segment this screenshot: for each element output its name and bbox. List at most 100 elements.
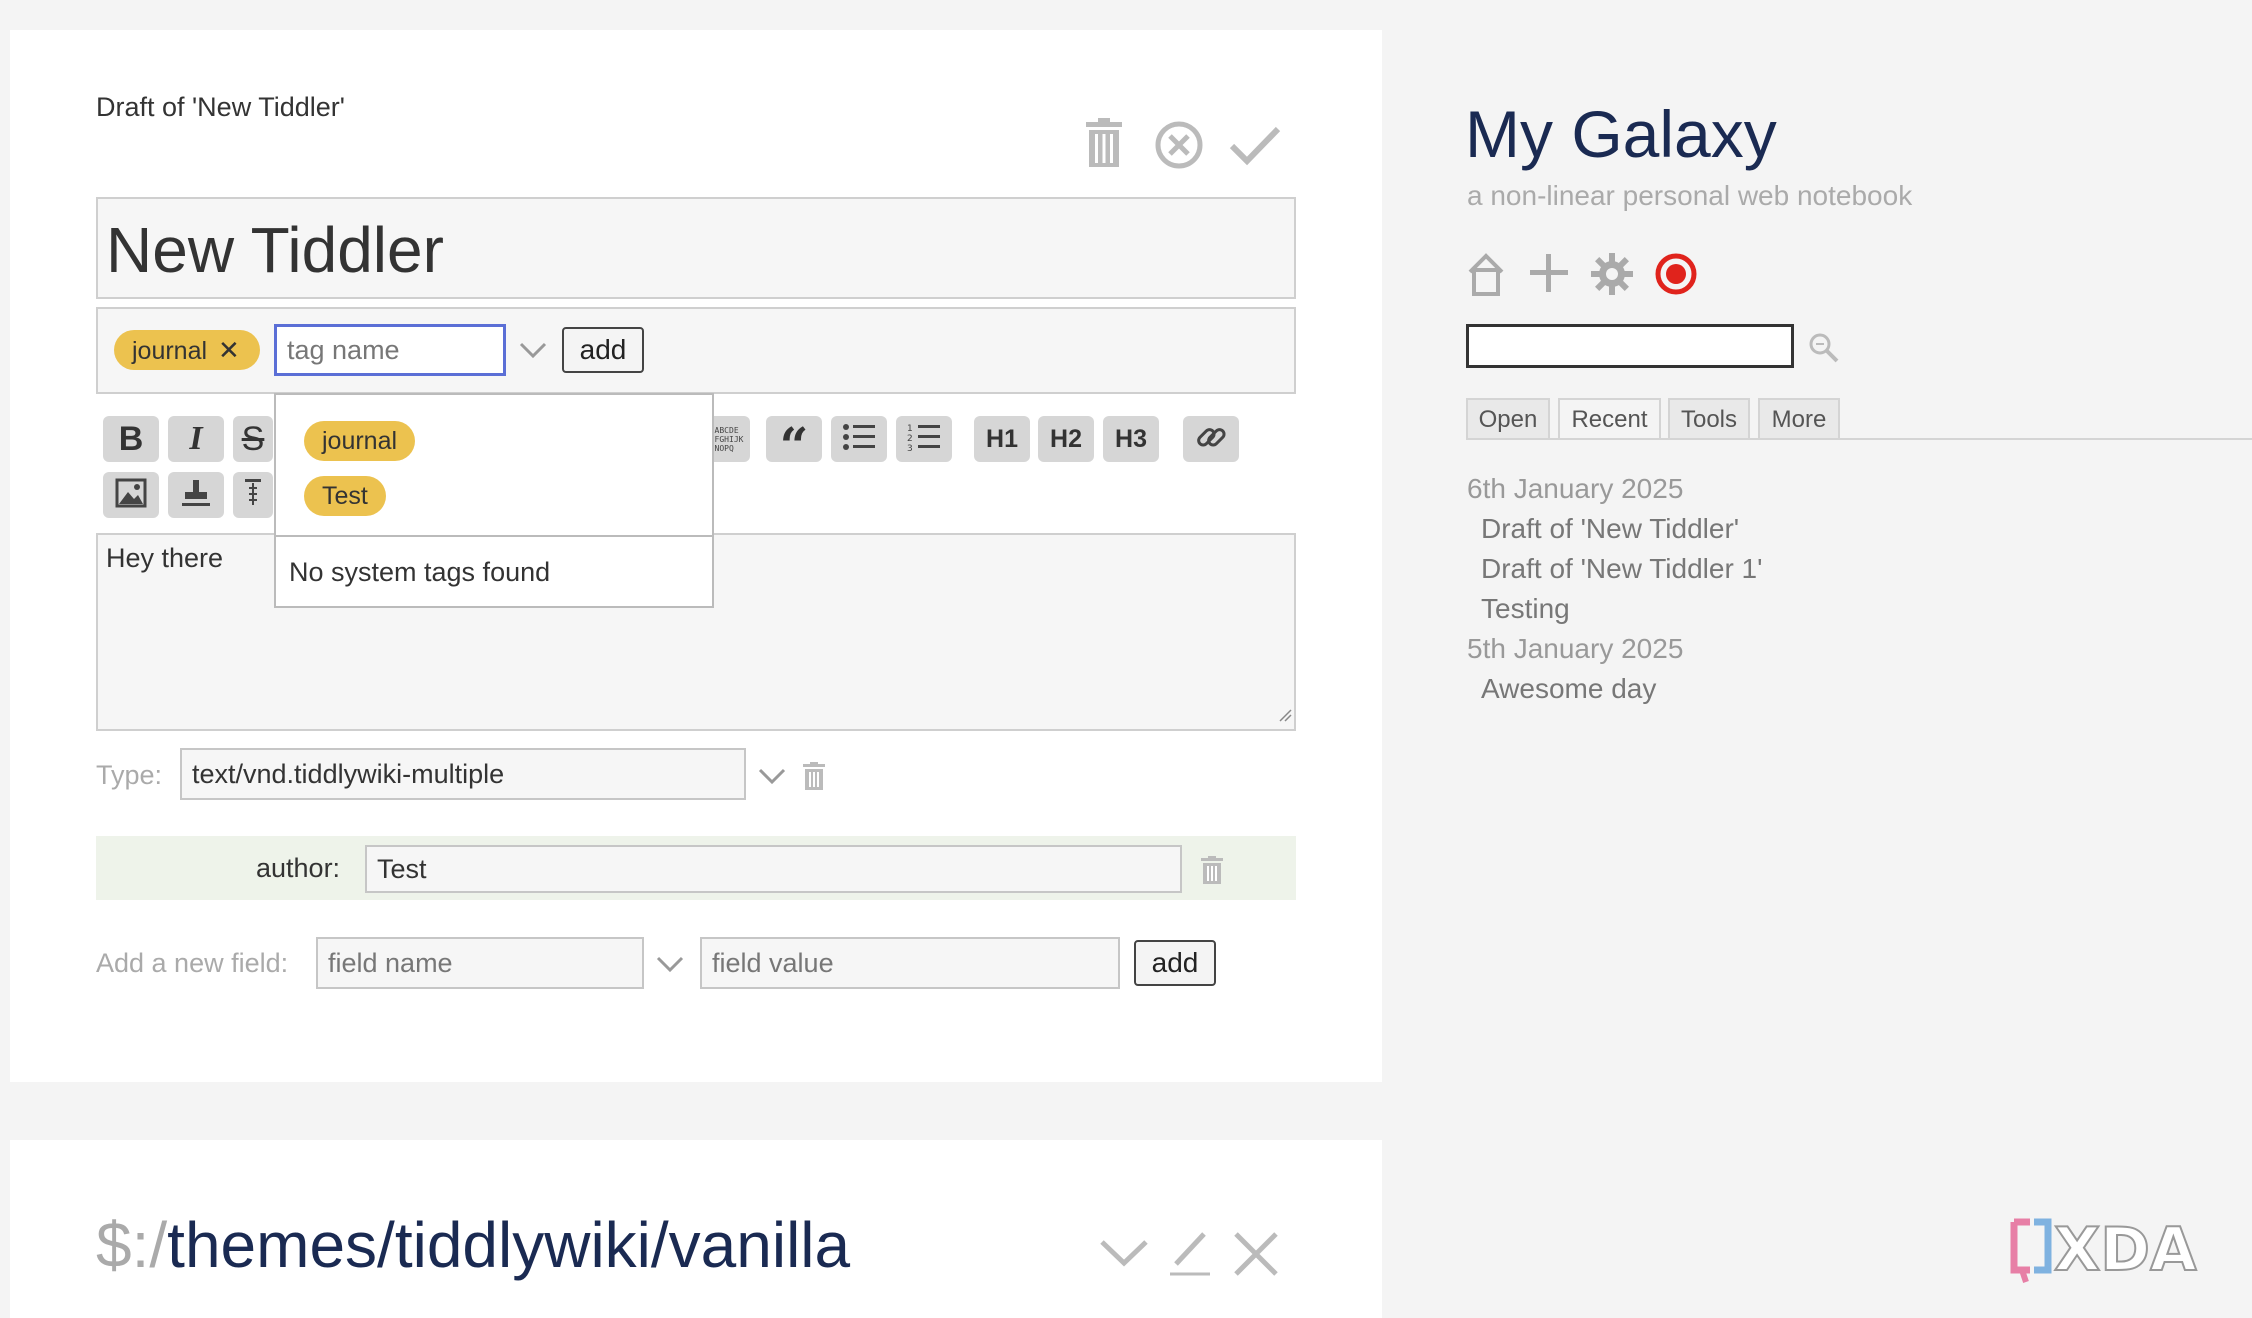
close-icon[interactable] (1232, 1230, 1280, 1278)
new-field-name-placeholder: field name (328, 947, 453, 978)
recent-tiddler-link[interactable]: Draft of 'New Tiddler 1' (1481, 553, 1762, 585)
new-field-value-input[interactable]: field value (700, 937, 1120, 989)
quote-button[interactable]: “ (766, 416, 822, 471)
remove-tag-icon[interactable]: ✕ (218, 335, 240, 365)
new-field-value-placeholder: field value (712, 947, 834, 978)
numbered-list-icon: 123 (907, 423, 941, 456)
monospace-button[interactable]: ABCDE FGHIJK NOPQ (708, 416, 750, 462)
popup-divider (276, 535, 712, 537)
body-text: Hey there (106, 543, 224, 573)
strikethrough-icon: S (241, 419, 265, 458)
tiddler-title-text: themes/tiddlywiki/vanilla (167, 1209, 851, 1281)
tab-more-label: More (1771, 406, 1827, 433)
tag-suggestion-label: Test (322, 482, 368, 510)
settings-gear-icon[interactable] (1590, 252, 1634, 296)
type-value: text/vnd.tiddlywiki-multiple (192, 758, 505, 789)
type-dropdown-chevron-icon[interactable] (757, 766, 787, 786)
delete-icon[interactable] (1084, 118, 1124, 168)
field-delete-icon[interactable] (1200, 856, 1224, 884)
new-tiddler-plus-icon[interactable] (1528, 252, 1570, 294)
tag-suggestion-popup: journal Test No system tags found (274, 393, 714, 608)
size-button[interactable] (233, 472, 273, 518)
italic-button[interactable]: I (168, 416, 224, 462)
numbered-list-button[interactable]: 123 (896, 416, 952, 462)
quote-icon: “ (779, 416, 809, 475)
new-field-name-input[interactable]: field name (316, 937, 644, 989)
home-icon[interactable] (1466, 252, 1506, 296)
type-input[interactable]: text/vnd.tiddlywiki-multiple (180, 748, 746, 800)
bold-icon: B (118, 419, 144, 458)
second-tiddler-title[interactable]: $:/themes/tiddlywiki/vanilla (96, 1208, 850, 1282)
new-field-label: Add a new field: (96, 948, 289, 978)
tab-open-label: Open (1478, 406, 1538, 433)
strikethrough-button[interactable]: S (233, 416, 273, 462)
image-icon (115, 478, 147, 513)
xda-brand-text: XDA (2054, 1215, 2197, 1284)
bullet-list-icon (842, 423, 876, 456)
tab-recent[interactable]: Recent (1558, 398, 1661, 440)
type-delete-icon[interactable] (802, 762, 826, 790)
tag-chip-journal: journal ✕ (114, 330, 260, 370)
draft-heading: Draft of 'New Tiddler' (96, 92, 345, 122)
field-name-label: author: (256, 853, 341, 883)
title-value: New Tiddler (106, 214, 444, 286)
resize-handle-icon[interactable] (1278, 708, 1292, 727)
size-icon (243, 477, 263, 514)
tabs-divider (1466, 438, 2252, 440)
add-tag-label: add (579, 334, 627, 365)
monospace-icon: ABCDE FGHIJK NOPQ (714, 425, 744, 453)
tab-recent-label: Recent (1571, 406, 1648, 433)
heading1-button[interactable]: H1 (974, 416, 1030, 462)
edit-pencil-icon[interactable] (1168, 1228, 1212, 1276)
sidebar-search-input[interactable] (1466, 324, 1794, 368)
recent-date-heading: 6th January 2025 (1467, 473, 1684, 504)
collapse-chevron-icon[interactable] (1098, 1236, 1150, 1268)
xda-watermark-logo: XDA (2004, 1212, 2218, 1286)
tag-dropdown-chevron-icon[interactable] (518, 340, 548, 360)
author-value-input[interactable]: Test (365, 845, 1182, 893)
recent-tiddler-link[interactable]: Draft of 'New Tiddler' (1481, 513, 1739, 545)
cancel-icon[interactable] (1154, 120, 1204, 170)
add-field-button[interactable]: add (1134, 940, 1216, 986)
stamp-button[interactable] (168, 472, 224, 518)
svg-text:1: 1 (907, 424, 913, 434)
tag-name-placeholder: tag name (287, 334, 400, 365)
tab-tools[interactable]: Tools (1668, 398, 1750, 440)
site-subtitle: a non-linear personal web notebook (1467, 180, 1913, 211)
tag-suggestion-item[interactable]: Test (304, 476, 386, 516)
image-button[interactable] (103, 472, 159, 518)
italic-icon: I (189, 420, 203, 457)
svg-text:3: 3 (907, 444, 913, 451)
bullet-list-button[interactable] (831, 416, 887, 462)
author-value: Test (377, 853, 427, 884)
type-label: Type: (96, 760, 163, 790)
stamp-icon (180, 478, 212, 513)
tab-more[interactable]: More (1758, 398, 1840, 440)
done-check-icon[interactable] (1228, 124, 1282, 166)
title-input[interactable]: New Tiddler (96, 197, 1296, 299)
search-icon[interactable] (1808, 332, 1840, 364)
recent-date-heading: 5th January 2025 (1467, 633, 1684, 664)
heading2-button[interactable]: H2 (1038, 416, 1094, 462)
svg-text:2: 2 (907, 434, 913, 444)
heading1-label: H1 (986, 424, 1018, 453)
link-icon (1194, 420, 1228, 459)
site-title: My Galaxy (1465, 97, 1777, 171)
system-prefix: $:/ (96, 1209, 168, 1281)
heading2-label: H2 (1050, 424, 1082, 453)
new-field-chevron-icon[interactable] (655, 954, 685, 974)
recent-tiddler-link[interactable]: Testing (1481, 593, 1570, 625)
add-field-label: add (1151, 947, 1199, 978)
tag-suggestion-item[interactable]: journal (304, 421, 416, 461)
add-tag-button[interactable]: add (562, 327, 644, 373)
recent-tiddler-link[interactable]: Awesome day (1481, 673, 1656, 705)
tag-chip-label: journal (132, 337, 208, 365)
tab-open[interactable]: Open (1466, 398, 1550, 440)
tag-name-input[interactable]: tag name (274, 324, 506, 376)
tag-suggestion-label: journal (322, 427, 398, 455)
heading3-button[interactable]: H3 (1103, 416, 1159, 462)
record-icon[interactable] (1654, 252, 1698, 296)
link-button[interactable] (1183, 416, 1239, 462)
heading3-label: H3 (1115, 424, 1147, 453)
bold-button[interactable]: B (103, 416, 159, 462)
